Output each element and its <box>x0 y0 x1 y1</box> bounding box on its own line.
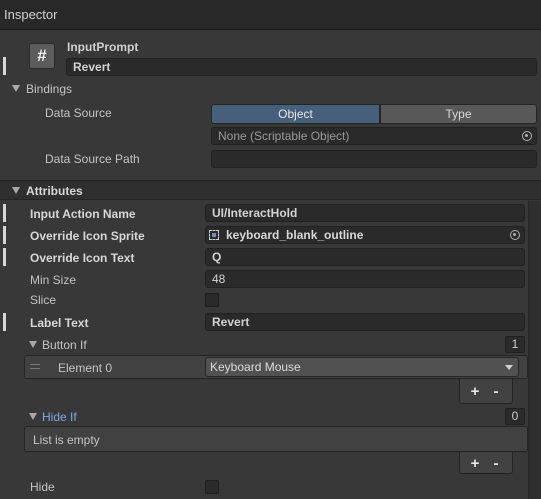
object-picker-icon[interactable] <box>522 131 532 141</box>
override-indicator <box>3 313 6 331</box>
slice-label: Slice <box>30 293 57 307</box>
override-indicator <box>3 226 6 244</box>
override-indicator <box>3 248 6 266</box>
object-picker-icon[interactable] <box>510 230 520 240</box>
input-action-name-field[interactable]: UI/InteractHold <box>205 204 525 222</box>
element-0-dropdown[interactable]: Keyboard Mouse <box>205 357 519 377</box>
label-text-field[interactable]: Revert <box>205 313 525 331</box>
component-name: InputPrompt <box>67 40 139 54</box>
min-size-field[interactable]: 48 <box>205 270 525 288</box>
attributes-foldout-arrow-icon[interactable] <box>12 187 20 194</box>
override-icon-sprite-field[interactable]: keyboard_blank_outline <box>205 226 525 244</box>
button-if-add-button[interactable]: + <box>466 383 484 401</box>
element-0-value: Keyboard Mouse <box>210 360 301 374</box>
inspector-tab-header <box>0 0 541 30</box>
button-if-foldout-arrow-icon[interactable] <box>29 341 37 348</box>
data-source-path-label: Data Source Path <box>45 152 140 166</box>
data-source-object-value: None (Scriptable Object) <box>218 129 350 143</box>
min-size-label: Min Size <box>30 273 77 287</box>
attributes-header-label[interactable]: Attributes <box>26 184 83 198</box>
inspector-tab-title[interactable]: Inspector <box>4 7 57 22</box>
input-action-name-label: Input Action Name <box>30 207 136 221</box>
override-icon-sprite-value: keyboard_blank_outline <box>226 228 364 242</box>
segment-type-button[interactable]: Type <box>380 104 537 124</box>
hide-checkbox[interactable] <box>205 480 219 494</box>
hide-if-label[interactable]: Hide If <box>42 410 77 424</box>
hide-label: Hide <box>30 480 55 494</box>
data-source-object-field[interactable]: None (Scriptable Object) <box>211 127 537 145</box>
button-if-count-field[interactable]: 1 <box>505 336 525 353</box>
override-indicator <box>3 204 6 222</box>
hide-if-empty-text: List is empty <box>33 433 100 447</box>
slice-checkbox[interactable] <box>205 293 219 307</box>
element-0-label: Element 0 <box>58 361 113 375</box>
hide-if-remove-button[interactable]: - <box>487 455 505 473</box>
chevron-down-icon <box>505 365 513 370</box>
component-text-field[interactable]: Revert <box>66 58 537 76</box>
override-icon-text-label: Override Icon Text <box>30 251 135 265</box>
label-text-label: Label Text <box>30 316 89 330</box>
override-icon-sprite-label: Override Icon Sprite <box>30 229 145 243</box>
button-if-label[interactable]: Button If <box>42 338 87 352</box>
override-indicator <box>3 57 6 75</box>
data-source-label: Data Source <box>45 106 112 120</box>
sprite-icon <box>209 230 219 240</box>
bindings-foldout-arrow-icon[interactable] <box>12 85 20 92</box>
button-if-remove-button[interactable]: - <box>487 383 505 401</box>
hide-if-add-button[interactable]: + <box>466 455 484 473</box>
vertical-scrollbar[interactable] <box>528 201 541 499</box>
override-icon-text-field[interactable]: Q <box>205 248 525 266</box>
segment-object-button[interactable]: Object <box>211 104 380 124</box>
bindings-foldout-label[interactable]: Bindings <box>26 82 72 96</box>
drag-handle-icon[interactable] <box>30 364 40 369</box>
hide-if-count-field[interactable]: 0 <box>505 408 525 425</box>
hide-if-foldout-arrow-icon[interactable] <box>29 413 37 420</box>
script-icon: # <box>29 43 55 69</box>
data-source-path-field[interactable] <box>211 150 537 168</box>
